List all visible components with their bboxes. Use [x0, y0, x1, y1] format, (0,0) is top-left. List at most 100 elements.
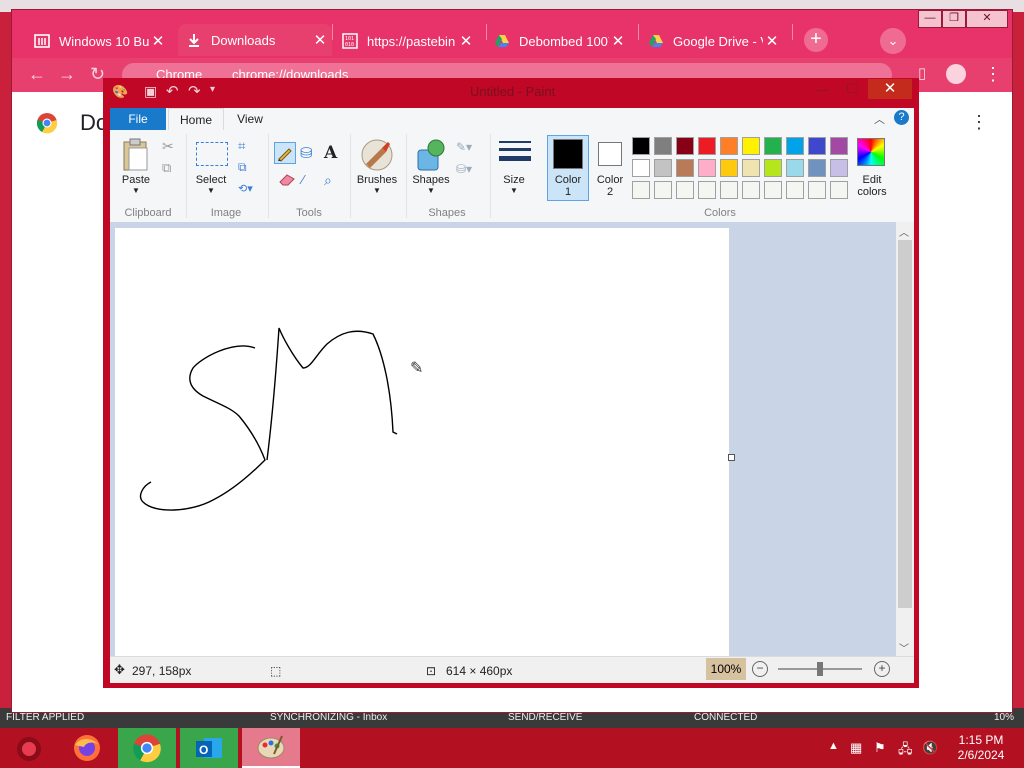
view-ribbon-tab[interactable]: View — [228, 108, 272, 130]
home-ribbon-tab[interactable]: Home — [168, 108, 224, 132]
palette-swatch[interactable] — [632, 159, 650, 177]
scrollbar-thumb[interactable] — [898, 240, 912, 608]
paste-icon[interactable] — [122, 138, 150, 175]
chrome-icon[interactable] — [118, 728, 176, 768]
copy-icon[interactable]: ⧉ — [162, 160, 171, 176]
tab-pastebin[interactable]: 101 010 https://pastebin ✕ — [334, 26, 484, 56]
volume-muted-icon[interactable]: 🔇 — [922, 740, 938, 756]
undo-icon[interactable]: ↶ — [166, 82, 179, 100]
palette-swatch[interactable] — [632, 137, 650, 155]
quick-access-dropdown-icon[interactable]: ▾ — [210, 84, 215, 95]
size-label[interactable]: Size — [494, 174, 534, 186]
palette-swatch[interactable] — [830, 181, 848, 199]
profile-avatar[interactable] — [946, 64, 966, 84]
collapse-ribbon-icon[interactable]: ︿ — [874, 111, 885, 127]
brush-icon[interactable] — [360, 138, 394, 175]
palette-swatch[interactable] — [742, 159, 760, 177]
paint-close-button[interactable]: ✕ — [868, 79, 912, 99]
size-dropdown-icon[interactable]: ▼ — [494, 186, 534, 195]
palette-swatch[interactable] — [720, 159, 738, 177]
palette-swatch[interactable] — [742, 181, 760, 199]
tab-close-icon[interactable]: ✕ — [149, 32, 167, 50]
tab-close-icon[interactable]: ✕ — [609, 32, 627, 50]
palette-swatch[interactable] — [676, 159, 694, 177]
scroll-down-icon[interactable]: ﹀ — [899, 640, 909, 655]
fill-bucket-icon[interactable]: ⛁ — [300, 144, 313, 162]
color2-swatch[interactable] — [598, 142, 622, 166]
edit-colors-label[interactable]: Edit — [850, 174, 894, 186]
help-icon[interactable]: ? — [894, 110, 909, 125]
palette-swatch[interactable] — [632, 181, 650, 199]
paste-label[interactable]: Paste — [118, 174, 154, 186]
close-button[interactable]: ✕ — [966, 10, 1008, 28]
save-icon[interactable]: ▣ — [144, 83, 157, 100]
zoom-slider-thumb[interactable] — [817, 662, 823, 676]
palette-swatch[interactable] — [676, 181, 694, 199]
taskbar-clock[interactable]: 1:15 PM 2/6/2024 — [948, 733, 1014, 763]
resize-icon[interactable]: ⧉ — [238, 160, 247, 175]
pencil-icon[interactable] — [274, 142, 296, 164]
show-hidden-icons[interactable]: ▲ — [828, 740, 839, 752]
palette-swatch[interactable] — [830, 159, 848, 177]
minimize-button[interactable]: — — [918, 10, 942, 28]
shapes-icon[interactable] — [414, 138, 448, 175]
network-icon[interactable]: 🖧 — [898, 740, 913, 762]
color-picker-icon[interactable]: ⁄ — [302, 172, 304, 187]
palette-swatch[interactable] — [808, 181, 826, 199]
tab-windows-10[interactable]: Windows 10 Buil ✕ — [26, 26, 176, 56]
cut-icon[interactable]: ✂ — [162, 138, 174, 155]
palette-swatch[interactable] — [676, 137, 694, 155]
palette-swatch[interactable] — [742, 137, 760, 155]
magnifier-icon[interactable]: ⌕ — [324, 172, 332, 189]
tab-google-drive[interactable]: Google Drive - V ✕ — [640, 26, 790, 56]
paint-minimize-button[interactable]: — — [816, 82, 829, 97]
palette-swatch[interactable] — [808, 137, 826, 155]
tab-downloads[interactable]: Downloads ✕ — [178, 24, 332, 56]
fill-icon[interactable]: ⛁▾ — [456, 162, 472, 176]
color2-label[interactable]: Color — [590, 174, 630, 186]
select-dropdown-icon[interactable]: ▼ — [190, 186, 232, 195]
new-tab-button[interactable]: + — [804, 28, 828, 52]
color1-swatch[interactable] — [553, 139, 583, 169]
shapes-dropdown-icon[interactable]: ▼ — [408, 186, 454, 195]
back-arrow-icon[interactable]: ← — [28, 64, 46, 85]
palette-swatch[interactable] — [786, 181, 804, 199]
gem-icon[interactable] — [0, 728, 58, 768]
drawing-canvas[interactable] — [115, 228, 729, 656]
scroll-up-icon[interactable]: ︿ — [899, 224, 909, 239]
canvas-resize-handle[interactable] — [728, 454, 735, 461]
menu-kebab-icon[interactable]: ⋮ — [984, 64, 1002, 85]
size-icon[interactable] — [498, 138, 532, 171]
eraser-icon[interactable] — [278, 172, 296, 189]
palette-swatch[interactable] — [786, 159, 804, 177]
zoom-out-button[interactable]: − — [752, 661, 768, 677]
firefox-icon[interactable] — [58, 728, 116, 768]
palette-swatch[interactable] — [654, 137, 672, 155]
rotate-icon[interactable]: ⟲▾ — [238, 182, 253, 195]
crop-icon[interactable]: ⌗ — [238, 138, 245, 154]
palette-swatch[interactable] — [720, 137, 738, 155]
downloads-menu-icon[interactable]: ⋮ — [970, 112, 988, 133]
brushes-label[interactable]: Brushes — [352, 174, 402, 186]
forward-arrow-icon[interactable]: → — [58, 64, 76, 85]
extensions-icon[interactable]: ▯ — [918, 64, 926, 82]
redo-icon[interactable]: ↷ — [188, 82, 201, 100]
palette-swatch[interactable] — [830, 137, 848, 155]
palette-swatch[interactable] — [698, 159, 716, 177]
text-tool-icon[interactable]: A — [324, 143, 337, 163]
paint-icon[interactable] — [242, 728, 300, 768]
palette-swatch[interactable] — [808, 159, 826, 177]
edit-colors-icon[interactable] — [857, 138, 885, 166]
outline-icon[interactable]: ✎▾ — [456, 140, 472, 154]
palette-swatch[interactable] — [654, 181, 672, 199]
select-label[interactable]: Select — [190, 174, 232, 186]
outlook-icon[interactable]: O — [180, 728, 238, 768]
palette-swatch[interactable] — [698, 137, 716, 155]
tab-debombed[interactable]: Debombed 1007 ✕ — [486, 26, 636, 56]
palette-swatch[interactable] — [786, 137, 804, 155]
file-menu-tab[interactable]: File — [110, 108, 166, 130]
zoom-in-button[interactable]: + — [874, 661, 890, 677]
palette-swatch[interactable] — [764, 137, 782, 155]
tab-search-button[interactable]: ⌄ — [880, 28, 906, 54]
tab-close-icon[interactable]: ✕ — [457, 32, 475, 50]
